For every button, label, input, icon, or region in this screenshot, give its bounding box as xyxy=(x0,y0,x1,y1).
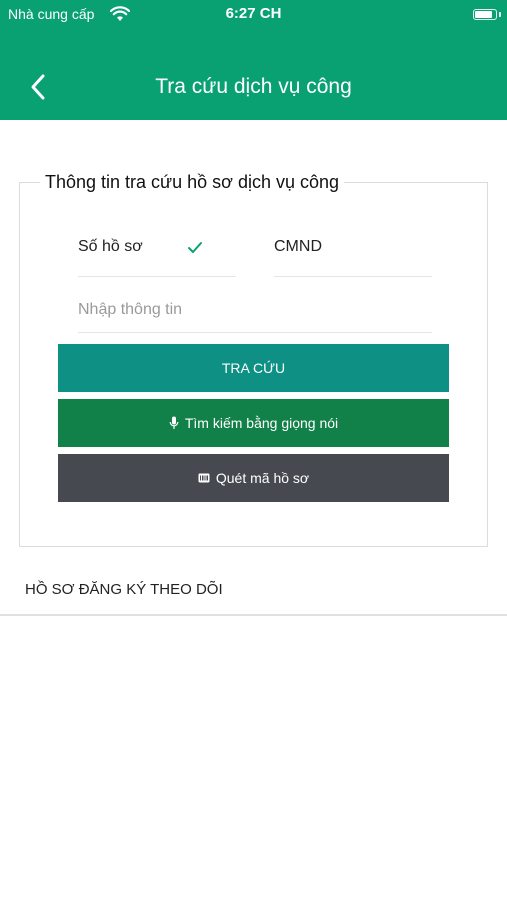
battery-level xyxy=(475,11,492,18)
tab-so-ho-so[interactable]: Số hồ sơ xyxy=(78,232,236,277)
page-title: Tra cứu dịch vụ công xyxy=(155,75,352,98)
microphone-icon xyxy=(169,416,179,429)
voice-search-label: Tìm kiếm bằng giọng nói xyxy=(184,415,339,431)
search-input[interactable] xyxy=(78,288,432,333)
tab-cmnd[interactable]: CMND xyxy=(274,232,432,277)
battery-icon xyxy=(473,9,497,20)
divider xyxy=(0,614,507,616)
search-button-label: TRA CỨU xyxy=(221,360,286,376)
tab-label: CMND xyxy=(274,238,322,255)
tab-label: Số hồ sơ xyxy=(78,238,143,255)
status-bar: Nhà cung cấp 6:27 CH xyxy=(0,4,507,26)
battery-tip xyxy=(499,12,501,17)
scan-code-button[interactable]: Quét mã hồ sơ xyxy=(58,454,449,502)
search-card-title: Thông tin tra cứu hồ sơ dịch vụ công xyxy=(40,172,345,193)
search-button[interactable]: TRA CỨU xyxy=(58,344,449,392)
tracked-section-title: HỒ SƠ ĐĂNG KÝ THEO DÕI xyxy=(25,581,223,598)
barcode-icon xyxy=(198,473,210,483)
clock: 6:27 CH xyxy=(225,5,282,22)
header-bar: Nhà cung cấp 6:27 CH Tra cứu dịch vụ côn… xyxy=(0,0,507,120)
checkmark-icon xyxy=(188,242,202,253)
scan-code-label: Quét mã hồ sơ xyxy=(215,470,310,486)
voice-search-button[interactable]: Tìm kiếm bằng giọng nói xyxy=(58,399,449,447)
